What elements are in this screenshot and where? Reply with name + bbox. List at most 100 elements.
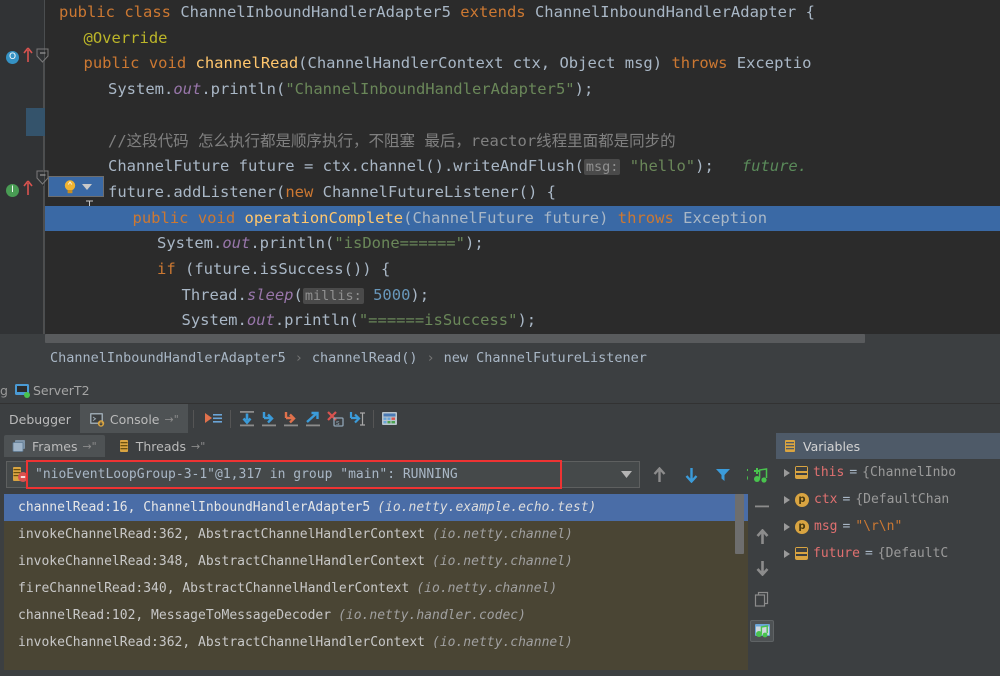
debugger-toolbar[interactable]: Debugger Console →": [0, 403, 1000, 434]
subtab-frames-pin[interactable]: →": [82, 440, 96, 453]
code-line[interactable]: System.out.println("isDone======");: [45, 231, 1000, 257]
frames-list[interactable]: channelRead:16, ChannelInboundHandlerAda…: [4, 494, 748, 670]
code-token: channelRead: [196, 54, 299, 72]
code-token: out: [222, 234, 250, 252]
console-icon: [89, 412, 105, 427]
copy-button[interactable]: [751, 589, 773, 609]
changed-lines-marker: [26, 108, 45, 136]
frame-package: (io.netty.channel): [416, 581, 557, 596]
code-token: void: [198, 209, 245, 227]
toolbar-separator-3: [373, 410, 374, 428]
chevron-down-icon: [621, 471, 632, 478]
variable-row[interactable]: future={DefaultC: [776, 540, 1000, 567]
frame-method: invokeChannelRead:362, AbstractChannelHa…: [18, 635, 425, 650]
code-line[interactable]: [45, 103, 1000, 129]
code-line[interactable]: ChannelFuture future = ctx.channel().wri…: [45, 154, 1000, 180]
run-to-cursor-icon: [347, 410, 367, 428]
variable-row[interactable]: pctx={DefaultChan: [776, 486, 1000, 513]
override-marker-icon[interactable]: O: [6, 51, 19, 64]
variable-row[interactable]: this={ChannelInbo: [776, 459, 1000, 486]
step-out-button[interactable]: [302, 409, 324, 429]
variables-tree[interactable]: this={ChannelInbopctx={DefaultChanpmsg="…: [776, 459, 1000, 670]
code-token: [364, 286, 373, 304]
subtab-threads-pin[interactable]: →": [191, 440, 205, 453]
variables-header[interactable]: Variables: [776, 433, 1000, 459]
code-editor[interactable]: O I: [0, 0, 1000, 334]
run-tool-window-tab[interactable]: g ServerT2: [0, 377, 1000, 403]
move-up-button[interactable]: [751, 527, 773, 547]
code-line[interactable]: Thread.sleep(millis: 5000);: [45, 283, 1000, 309]
code-line[interactable]: //这段代码 怎么执行都是顺序执行，不阻塞 最后，reactor线程里面都是同步…: [45, 129, 1000, 155]
drop-frame-button[interactable]: s: [324, 409, 346, 429]
new-watch-button[interactable]: [751, 465, 773, 485]
frame-method: invokeChannelRead:348, AbstractChannelHa…: [18, 554, 425, 569]
expand-triangle-icon[interactable]: [784, 496, 790, 504]
sort-up-button[interactable]: [648, 465, 670, 485]
code-line[interactable]: public class ChannelInboundHandlerAdapte…: [45, 0, 1000, 26]
variables-side-toolbar[interactable]: [748, 459, 776, 676]
breadcrumb[interactable]: ChannelInboundHandlerAdapter5›channelRea…: [0, 344, 1000, 372]
variable-row[interactable]: pmsg="\r\n": [776, 513, 1000, 540]
code-token: //这段代码 怎么执行都是顺序执行，不阻塞 最后，reactor线程里面都是同步…: [108, 132, 676, 150]
variable-equals: =: [849, 465, 857, 480]
run-to-cursor-button[interactable]: [346, 409, 368, 429]
tab-console-pin[interactable]: →": [165, 413, 179, 426]
variable-name: this: [813, 465, 844, 480]
expand-triangle-icon[interactable]: [784, 469, 790, 477]
step-over-button[interactable]: [236, 409, 258, 429]
frames-subtabs[interactable]: Frames →" Threads →": [0, 433, 748, 459]
expand-triangle-icon[interactable]: [784, 523, 790, 531]
implement-marker-icon[interactable]: I: [6, 184, 19, 197]
expand-triangle-icon[interactable]: [784, 550, 790, 558]
add-watch-icon: [753, 467, 771, 484]
code-line[interactable]: public void channelRead(ChannelHandlerCo…: [45, 51, 1000, 77]
frames-scrollbar-thumb[interactable]: [735, 494, 744, 554]
frame-package: (io.netty.channel): [432, 554, 573, 569]
breadcrumb-item[interactable]: new ChannelFutureListener: [444, 350, 647, 366]
tab-debugger[interactable]: Debugger: [0, 404, 80, 434]
subtab-frames[interactable]: Frames →": [4, 435, 105, 457]
code-content[interactable]: public class ChannelInboundHandlerAdapte…: [45, 0, 1000, 334]
code-line[interactable]: System.out.println("ChannelInboundHandle…: [45, 77, 1000, 103]
variables-title: Variables: [803, 439, 860, 454]
code-line[interactable]: @Override: [45, 26, 1000, 52]
run-config-name: ServerT2: [33, 383, 90, 398]
force-step-into-button[interactable]: [280, 409, 302, 429]
thread-selector-dropdown-button[interactable]: [612, 461, 640, 488]
run-tab-prefix: g: [0, 383, 8, 398]
code-line[interactable]: if (future.isSuccess()) {: [45, 257, 1000, 283]
code-line[interactable]: System.out.println("======isSuccess");: [45, 308, 1000, 334]
frame-row[interactable]: channelRead:102, MessageToMessageDecoder…: [4, 602, 748, 629]
move-down-button[interactable]: [751, 558, 773, 578]
frame-row[interactable]: invokeChannelRead:362, AbstractChannelHa…: [4, 521, 748, 548]
thread-selector[interactable]: "nioEventLoopGroup-3-1"@1,317 in group "…: [6, 461, 640, 488]
frame-row[interactable]: fireChannelRead:340, AbstractChannelHand…: [4, 575, 748, 602]
code-line[interactable]: public void operationComplete(ChannelFut…: [45, 206, 1000, 232]
frame-row[interactable]: channelRead:16, ChannelInboundHandlerAda…: [4, 494, 748, 521]
svg-text:s: s: [336, 420, 340, 427]
breadcrumb-item[interactable]: ChannelInboundHandlerAdapter5: [50, 350, 286, 366]
code-token: ChannelInboundHandlerAdapter5: [180, 3, 460, 21]
frame-method: channelRead:102, MessageToMessageDecoder: [18, 608, 331, 623]
breadcrumb-item[interactable]: channelRead(): [312, 350, 418, 366]
fold-region-line-2: [43, 186, 44, 334]
frame-row[interactable]: invokeChannelRead:348, AbstractChannelHa…: [4, 548, 748, 575]
watches-in-variables-button[interactable]: [750, 620, 774, 642]
evaluate-expression-button[interactable]: [379, 409, 401, 429]
variables-icon: [783, 439, 797, 453]
sort-down-button[interactable]: [680, 465, 702, 485]
filter-button[interactable]: [712, 465, 734, 485]
field-icon: [795, 466, 808, 479]
code-line[interactable]: future.addListener(new ChannelFutureList…: [45, 180, 1000, 206]
code-token: millis:: [303, 288, 364, 304]
remove-watch-button[interactable]: [751, 496, 773, 516]
show-execution-point-button[interactable]: [203, 409, 225, 429]
code-token: if: [157, 260, 185, 278]
intellij-debugger-window: O I: [0, 0, 1000, 670]
frame-row[interactable]: invokeChannelRead:362, AbstractChannelHa…: [4, 629, 748, 656]
subtab-threads[interactable]: Threads →": [109, 435, 214, 457]
tab-debugger-label: Debugger: [9, 412, 71, 427]
editor-hscroll-thumb[interactable]: [45, 334, 865, 343]
step-into-button[interactable]: [258, 409, 280, 429]
tab-console[interactable]: Console →": [80, 404, 188, 434]
